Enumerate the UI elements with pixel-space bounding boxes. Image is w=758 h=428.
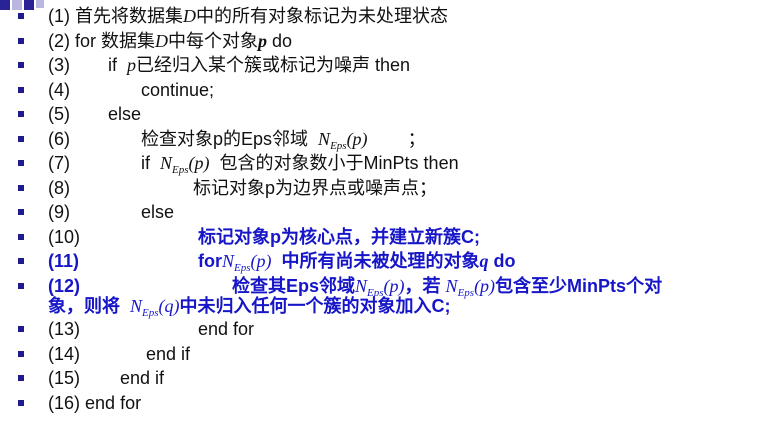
line-number: (3): [48, 55, 70, 75]
bullet-icon: [18, 375, 24, 381]
line-number: (15): [48, 368, 81, 388]
line-text: (16) end for: [48, 393, 142, 413]
bullet-icon: [18, 13, 24, 19]
line-number: (11): [48, 251, 80, 271]
line-number: (5): [48, 104, 70, 124]
bullet-icon: [18, 258, 24, 264]
line-number: (13): [48, 319, 81, 339]
line-number: (4): [48, 80, 70, 100]
bullet-icon: [18, 160, 24, 166]
bullet-icon: [18, 209, 24, 215]
line-text: if p已经归入某个簇或标记为噪声 then: [108, 55, 411, 75]
bullet-icon: [18, 185, 24, 191]
bullet-icon: [18, 400, 24, 406]
bullet-icon: [18, 87, 24, 93]
bullet-icon: [18, 38, 24, 44]
line-text: continue;: [141, 80, 215, 100]
line-text: (1) 首先将数据集D中的所有对象标记为未处理状态: [48, 6, 448, 26]
line-text: end if: [120, 368, 165, 388]
bullet-icon: [18, 283, 24, 289]
bullet-icon: [18, 351, 24, 357]
line-text: (2) for 数据集D中每个对象p do: [48, 31, 293, 51]
line-text: 标记对象p为边界点或噪声点；: [193, 178, 438, 198]
line-text: 标记对象p为核心点，并建立新簇C;: [198, 227, 480, 247]
bullet-icon: [18, 326, 24, 332]
line-text: end if: [146, 344, 191, 364]
line-number: (9): [48, 202, 70, 222]
line-number: (7): [48, 153, 70, 173]
bullet-icon: [18, 62, 24, 68]
line-number: (14): [48, 344, 81, 364]
line-text: end for: [198, 319, 255, 339]
bullet-icon: [18, 234, 24, 240]
line-text: else: [108, 104, 142, 124]
bullet-icon: [18, 111, 24, 117]
line-number: (8): [48, 178, 70, 198]
line-text: else: [141, 202, 175, 222]
line-number: (6): [48, 129, 70, 149]
bullet-icon: [18, 136, 24, 142]
corner-decoration: [0, 0, 52, 14]
line-number: (10): [48, 227, 81, 247]
